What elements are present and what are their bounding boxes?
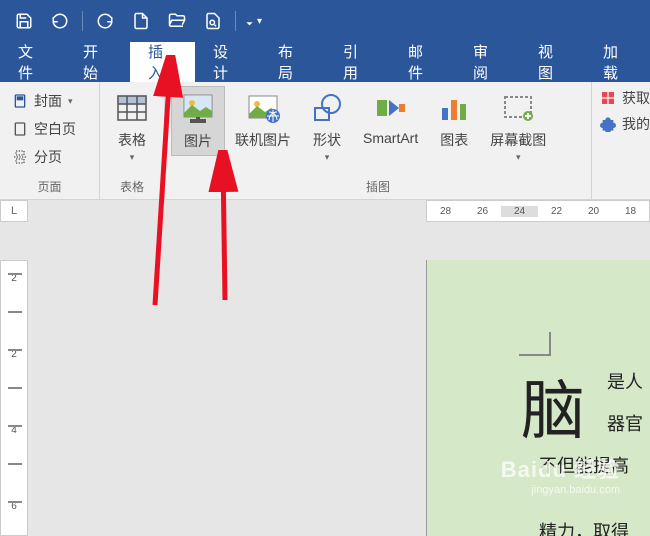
tab-home[interactable]: 开始 [65, 42, 130, 82]
document-page[interactable]: 脑 是人 器官 不但能提高 精力，取得 [426, 260, 650, 536]
open-button[interactable] [161, 5, 193, 37]
drop-cap: 脑 [521, 360, 585, 452]
chart-icon [436, 90, 472, 126]
print-preview-button[interactable] [197, 5, 229, 37]
chevron-down-icon: ▾ [516, 152, 521, 163]
shapes-button[interactable]: 形状 ▾ [301, 86, 353, 167]
redo-icon [96, 12, 114, 30]
separator [82, 11, 83, 31]
chevron-down-icon: ▾ [130, 152, 135, 163]
anchor-marker [519, 332, 551, 356]
tab-file[interactable]: 文件 [0, 42, 65, 82]
new-doc-button[interactable] [125, 5, 157, 37]
group-addins: 获取 我的 [592, 82, 650, 199]
group-pages-label: 页面 [6, 176, 93, 199]
quick-access-toolbar: ▾ [0, 0, 650, 42]
table-icon [114, 90, 150, 126]
blank-page-label: 空白页 [34, 119, 76, 139]
shapes-label: 形状 [313, 130, 341, 150]
smartart-icon [373, 90, 409, 126]
get-addins-label: 获取 [622, 88, 650, 108]
chart-label: 图表 [440, 130, 468, 150]
save-icon [15, 12, 33, 30]
body-text: 精力，取得 [539, 518, 629, 536]
chevron-down-icon: ▾ [325, 152, 330, 163]
smartart-label: SmartArt [363, 130, 418, 146]
my-addins-button[interactable]: 我的 [600, 114, 650, 134]
ruler-mark [8, 273, 22, 275]
cover-page-icon [12, 93, 28, 109]
screenshot-label: 屏幕截图 [490, 130, 546, 150]
body-text: 不但能提高 [539, 452, 629, 478]
ruler-tick: 28 [427, 206, 464, 217]
document-workspace: L 28 26 24 22 20 18 2 2 4 6 脑 是人 器官 不但能提… [0, 200, 650, 536]
group-pages: 封面 ▾ 空白页 分页 页面 [0, 82, 100, 199]
preview-icon [204, 12, 222, 30]
online-picture-button[interactable]: 联机图片 [227, 86, 299, 154]
page-break-icon [12, 149, 28, 165]
ruler-mark [8, 349, 22, 351]
get-addins-button[interactable]: 获取 [600, 88, 650, 108]
ruler-mark [8, 311, 22, 313]
separator [235, 11, 236, 31]
file-icon [132, 12, 150, 30]
table-button[interactable]: 表格 ▾ [106, 86, 158, 167]
folder-open-icon [168, 12, 186, 30]
ruler-mark [8, 501, 22, 503]
tab-review[interactable]: 审阅 [455, 42, 520, 82]
ruler-tick: 20 [575, 206, 612, 217]
blank-page-button[interactable]: 空白页 [6, 116, 82, 142]
body-text: 是人 [607, 368, 643, 394]
cover-page-button[interactable]: 封面 ▾ [6, 88, 79, 114]
picture-label: 图片 [184, 131, 212, 151]
shapes-icon [309, 90, 345, 126]
group-tables: 表格 ▾ 表格 [100, 82, 165, 199]
page-break-button[interactable]: 分页 [6, 144, 68, 170]
screenshot-button[interactable]: 屏幕截图 ▾ [482, 86, 554, 167]
horizontal-ruler[interactable]: 28 26 24 22 20 18 [426, 200, 650, 222]
body-text: 器官 [607, 410, 643, 436]
blank-page-icon [12, 121, 28, 137]
tab-layout[interactable]: 布局 [260, 42, 325, 82]
ribbon: 封面 ▾ 空白页 分页 页面 表格 ▾ 表格 [0, 82, 650, 200]
ruler-mark [8, 387, 22, 389]
cover-page-label: 封面 [34, 91, 62, 111]
customize-qat-button[interactable]: ▾ [242, 5, 262, 37]
tab-insert[interactable]: 插入 [130, 42, 195, 82]
group-tables-label: 表格 [106, 176, 158, 199]
ruler-tick: 24 [501, 206, 538, 217]
online-picture-icon [245, 90, 281, 126]
save-button[interactable] [8, 5, 40, 37]
vertical-ruler[interactable]: 2 2 4 6 [0, 260, 28, 536]
ruler-mark [8, 463, 22, 465]
tab-mailings[interactable]: 邮件 [390, 42, 455, 82]
table-label: 表格 [118, 130, 146, 150]
smartart-button[interactable]: SmartArt [355, 86, 426, 150]
tab-addins[interactable]: 加载 [585, 42, 650, 82]
ruler-tick: 22 [538, 206, 575, 217]
chevron-down-icon [242, 12, 257, 30]
redo-button[interactable] [89, 5, 121, 37]
ruler-tick: 26 [464, 206, 501, 217]
picture-icon [180, 91, 216, 127]
screenshot-icon [500, 90, 536, 126]
group-illustrations: 图片 联机图片 形状 ▾ SmartArt [165, 82, 592, 199]
tab-references[interactable]: 引用 [325, 42, 390, 82]
store-icon [600, 90, 616, 106]
ribbon-tabs: 文件 开始 插入 设计 布局 引用 邮件 审阅 视图 加载 [0, 42, 650, 82]
tab-design[interactable]: 设计 [195, 42, 260, 82]
page-break-label: 分页 [34, 147, 62, 167]
group-illustrations-label: 插图 [171, 176, 585, 199]
ruler-tick: 18 [612, 206, 649, 217]
tab-view[interactable]: 视图 [520, 42, 585, 82]
undo-button[interactable] [44, 5, 76, 37]
ruler-mark [8, 425, 22, 427]
ruler-corner[interactable]: L [0, 200, 28, 222]
my-addins-label: 我的 [622, 114, 650, 134]
picture-button[interactable]: 图片 [171, 86, 225, 156]
undo-icon [51, 12, 69, 30]
addin-icon [600, 116, 616, 132]
online-picture-label: 联机图片 [235, 130, 291, 150]
chart-button[interactable]: 图表 [428, 86, 480, 154]
